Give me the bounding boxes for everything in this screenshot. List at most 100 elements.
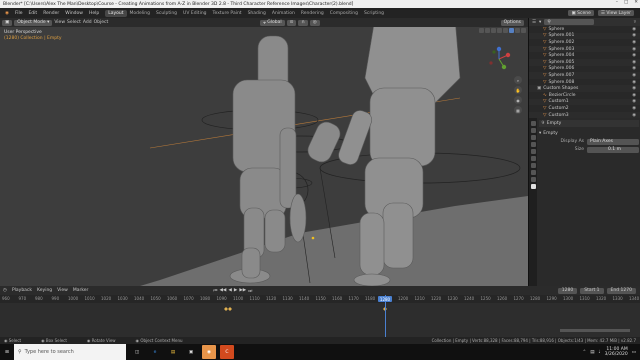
- eye-icon[interactable]: ◉: [632, 113, 636, 118]
- eye-icon[interactable]: ◉: [632, 99, 636, 104]
- outliner-row[interactable]: ▽ Sphere.007 ◉: [529, 72, 640, 79]
- outliner-row[interactable]: ▣ Custom Shapes ◉: [529, 85, 640, 92]
- size-field[interactable]: 0.1 m: [587, 146, 639, 153]
- playback-menu[interactable]: Playback: [12, 288, 32, 293]
- world-tab-icon[interactable]: [530, 156, 536, 161]
- render-tab-icon[interactable]: [530, 128, 536, 133]
- wireframe-shading-icon[interactable]: [503, 28, 508, 33]
- display-mode-icon[interactable]: ▾: [539, 20, 541, 25]
- y-axis-icon[interactable]: [501, 64, 507, 70]
- menu-window[interactable]: Window: [62, 11, 86, 16]
- zoom-icon[interactable]: ⌕: [514, 76, 522, 84]
- grid-perspective-icon[interactable]: ▦: [514, 106, 522, 114]
- overlay-toggle-icon[interactable]: [491, 28, 496, 33]
- eye-icon[interactable]: ◉: [632, 27, 636, 32]
- eye-icon[interactable]: ◉: [632, 60, 636, 65]
- camera-icon[interactable]: ◉: [514, 96, 522, 104]
- tab-sculpting[interactable]: Sculpting: [153, 10, 180, 17]
- tab-shading[interactable]: Shading: [245, 10, 269, 17]
- z-axis-icon[interactable]: [496, 46, 502, 52]
- tab-compositing[interactable]: Compositing: [327, 10, 361, 17]
- proportional-edit-toggle[interactable]: ◎: [309, 19, 320, 26]
- app-taskbar-icon[interactable]: C: [220, 345, 234, 359]
- outliner-row[interactable]: ▽ Sphere.008 ◉: [529, 79, 640, 86]
- eye-icon[interactable]: ◉: [632, 40, 636, 45]
- view-layer-tab-icon[interactable]: [530, 142, 536, 147]
- gizmo-toggle-icon[interactable]: [485, 28, 490, 33]
- menu-edit[interactable]: Edit: [25, 11, 40, 16]
- outliner-row[interactable]: ▽ Sphere.002 ◉: [529, 39, 640, 46]
- empty-panel-header[interactable]: ▾ Empty: [539, 130, 639, 137]
- prev-key-icon[interactable]: ◀◀: [219, 288, 226, 294]
- taskbar-clock[interactable]: 11:00 AM 3/26/2020: [605, 347, 628, 357]
- network-icon[interactable]: ▤: [590, 350, 594, 355]
- eye-icon[interactable]: ◉: [632, 73, 636, 78]
- outliner-row[interactable]: ▽ Sphere.003 ◉: [529, 45, 640, 53]
- eye-icon[interactable]: ◉: [632, 93, 636, 98]
- minimize-icon[interactable]: –: [616, 0, 618, 5]
- visibility-icon[interactable]: [479, 28, 484, 33]
- material-shading-icon[interactable]: [515, 28, 520, 33]
- next-key-icon[interactable]: ▶▶: [239, 288, 246, 294]
- menu-render[interactable]: Render: [40, 11, 62, 16]
- timeline-track[interactable]: [0, 303, 640, 337]
- keyframe-marker[interactable]: [228, 307, 232, 311]
- timeline-ruler[interactable]: 960 970 980 990 1000 1010 1020 1030 1040 1050 1060…: [0, 295, 640, 303]
- scene-tab-icon[interactable]: [530, 149, 536, 154]
- eye-icon[interactable]: ◉: [632, 53, 636, 58]
- tab-layout[interactable]: Layout: [105, 9, 127, 17]
- file-explorer-icon[interactable]: ▤: [166, 345, 180, 359]
- output-tab-icon[interactable]: [530, 135, 536, 140]
- xray-toggle-icon[interactable]: [497, 28, 502, 33]
- outliner-row[interactable]: ▽ Custom2 ◉: [529, 105, 640, 112]
- transform-orientation-dropdown[interactable]: ⌖ Global: [260, 19, 285, 26]
- outliner-row[interactable]: ∿ BezierCircle ◉: [529, 92, 640, 99]
- viewport-scene[interactable]: [0, 18, 528, 286]
- keyframe-marker[interactable]: [224, 307, 228, 311]
- eye-icon[interactable]: ◉: [632, 47, 636, 52]
- 3d-viewport[interactable]: ▣ Object Mode ▾ View Select Add Object ⌖…: [0, 18, 528, 286]
- close-icon[interactable]: ✕: [634, 0, 638, 5]
- store-icon[interactable]: ▣: [184, 345, 198, 359]
- play-reverse-icon[interactable]: ◀: [228, 288, 231, 294]
- keyframe-track[interactable]: [0, 303, 640, 337]
- add-menu[interactable]: Add: [83, 20, 92, 25]
- blender-taskbar-icon[interactable]: ◉: [202, 345, 216, 359]
- end-frame-field[interactable]: End 1270: [606, 287, 636, 294]
- tab-animation[interactable]: Animation: [269, 10, 298, 17]
- edge-browser-icon[interactable]: e: [148, 345, 162, 359]
- outliner-row[interactable]: ▽ Custom1 ◉: [529, 98, 640, 106]
- menu-help[interactable]: Help: [86, 11, 102, 16]
- view-menu[interactable]: View: [54, 20, 65, 25]
- outliner-row[interactable]: ▽ Sphere.006 ◉: [529, 66, 640, 73]
- outliner-search-input[interactable]: ⚲: [544, 19, 595, 25]
- outliner-row[interactable]: ▽ Sphere.004 ◉: [529, 52, 640, 59]
- menu-file[interactable]: File: [12, 11, 26, 16]
- mode-dropdown[interactable]: Object Mode ▾: [14, 19, 53, 26]
- outliner-row[interactable]: ▽ Sphere ◉: [529, 26, 640, 33]
- outliner-editor-icon[interactable]: ☰: [532, 20, 536, 25]
- snap-toggle[interactable]: ∩: [298, 19, 308, 26]
- outliner-row[interactable]: ▽ Sphere.001 ◉: [529, 32, 640, 40]
- rendered-shading-icon[interactable]: [521, 28, 526, 33]
- view-layer-selector[interactable]: ☰ View Layer: [597, 10, 634, 16]
- editor-type-button[interactable]: ▣: [2, 19, 13, 26]
- tab-uv-editing[interactable]: UV Editing: [180, 10, 209, 17]
- tab-rendering[interactable]: Rendering: [298, 10, 327, 17]
- filter-icon[interactable]: ▿: [634, 20, 636, 25]
- solid-shading-icon[interactable]: [509, 28, 514, 33]
- taskbar-search-box[interactable]: ⚲ Type here to search: [14, 344, 126, 360]
- eye-icon[interactable]: ◉: [632, 80, 636, 85]
- timeline-editor-icon[interactable]: ◷: [3, 288, 7, 293]
- eye-icon[interactable]: ◉: [632, 106, 636, 111]
- outliner-row[interactable]: ▽ Sphere.005 ◉: [529, 58, 640, 66]
- tool-tab-icon[interactable]: [530, 121, 536, 126]
- eye-icon[interactable]: ◉: [632, 86, 636, 91]
- pivot-dropdown[interactable]: ⊙: [286, 19, 297, 26]
- scene-selector[interactable]: ▣ Scene: [568, 10, 594, 16]
- constraints-tab-icon[interactable]: [530, 177, 536, 182]
- volume-icon[interactable]: ♩: [599, 350, 601, 355]
- object-data-tab-icon[interactable]: [530, 184, 536, 189]
- hand-pan-icon[interactable]: ✋: [514, 86, 522, 94]
- blender-logo-icon[interactable]: ◉: [2, 11, 12, 16]
